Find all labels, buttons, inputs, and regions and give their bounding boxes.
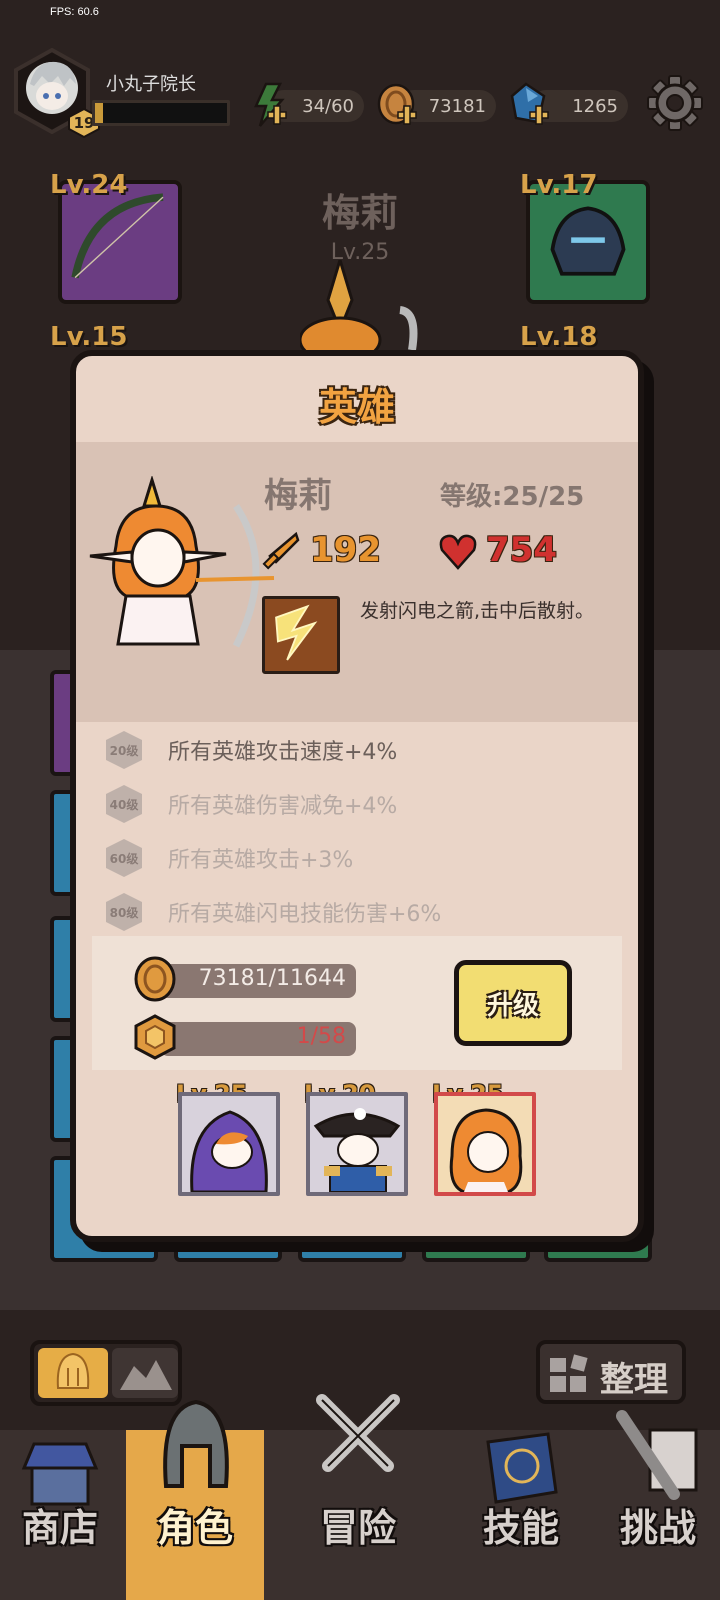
bonus-level-badge: 40级 (104, 784, 144, 824)
heart-icon (439, 534, 477, 570)
pirate-captain-icon (313, 1108, 401, 1193)
bonus-level: 40级 (109, 797, 139, 812)
helmet-icon (56, 1352, 90, 1389)
attack-value: 192 (310, 530, 381, 570)
equipment-level: Lv.24 (50, 170, 128, 200)
top-bar: 19 小丸子院长 34/60 73181 1265 (0, 40, 720, 140)
equipment-level: Lv.15 (50, 322, 128, 352)
player-avatar[interactable]: 19 (12, 48, 100, 139)
hooded-mage-icon (190, 1110, 268, 1194)
nav-label: 技能 (482, 1506, 559, 1550)
sort-blocks-icon (550, 1354, 588, 1392)
energy-bolt-icon (254, 82, 287, 127)
hero-detail-modal: 英雄 梅莉 等级:25/25 192 754 发射闪电之箭,击中后散射。 20级… (70, 350, 644, 1242)
nav-label: 冒险 (319, 1506, 396, 1550)
equipment-level: Lv.18 (520, 322, 598, 352)
exp-fill (95, 103, 103, 123)
nav-challenge[interactable]: 挑战 (596, 1410, 720, 1600)
modal-title: 英雄 (318, 385, 395, 429)
coin-cost-row: 73181/11644 (132, 956, 362, 1002)
sort-button[interactable]: 整理 (536, 1340, 686, 1404)
energy-resource[interactable]: 34/60 (246, 82, 364, 127)
coin-icon (134, 956, 176, 1002)
bonus-level-badge: 60级 (104, 838, 144, 878)
exp-bar (92, 100, 230, 126)
attack-sword-icon (262, 532, 300, 570)
level-bonus-row: 20级 所有英雄攻击速度+4% (104, 730, 624, 770)
bottom-nav: 商店 角色 冒险 技能 挑战 (0, 1394, 720, 1600)
nav-character[interactable]: 角色 (126, 1399, 264, 1600)
bonus-level: 80级 (109, 905, 139, 920)
bonus-level: 60级 (109, 851, 139, 866)
shard-cost-row: 1/58 (132, 1014, 362, 1060)
crossed-swords-icon (316, 1394, 400, 1472)
hero-shard-icon (134, 1014, 176, 1060)
team-hero-card[interactable] (306, 1092, 408, 1196)
lightning-arrow-skill-icon[interactable] (262, 596, 340, 674)
gem-icon (510, 82, 549, 125)
filter-material-tab[interactable] (112, 1348, 178, 1398)
nav-shop[interactable]: 商店 (0, 1430, 120, 1600)
fps-counter: FPS: 60.6 (50, 6, 99, 18)
level-bonus-row: 80级 所有英雄闪电技能伤害+6% (104, 892, 624, 932)
lightning-icon (265, 599, 337, 671)
bonus-level-badge: 80级 (104, 892, 144, 932)
upgrade-button[interactable]: 升级 (454, 960, 572, 1046)
nav-label: 角色 (156, 1506, 233, 1550)
bonus-text: 所有英雄攻击+3% (168, 848, 354, 873)
filter-hero-tab[interactable] (38, 1348, 108, 1398)
elf-archer-portrait-icon (89, 476, 275, 648)
level-bonus-row: 40级 所有英雄伤害减免+4% (104, 784, 624, 824)
level-bonus-row: 60级 所有英雄攻击+3% (104, 838, 624, 878)
nav-adventure[interactable]: 冒险 (270, 1394, 446, 1600)
bonus-text: 所有英雄攻击速度+4% (168, 740, 398, 765)
bow-icon (71, 193, 164, 279)
hp-value: 754 (486, 530, 557, 570)
sort-label: 整理 (600, 1360, 668, 1400)
team-hero-card[interactable] (178, 1092, 280, 1196)
settings-gear-icon[interactable] (646, 74, 704, 132)
spellbook-icon (486, 1432, 558, 1504)
bonus-text: 所有英雄闪电技能伤害+6% (168, 902, 442, 927)
elf-archer-icon (449, 1108, 523, 1194)
player-name: 小丸子院长 (106, 74, 196, 95)
helmet-icon (163, 1399, 229, 1488)
shard-cost-bar: 1/58 (160, 1022, 356, 1056)
bonus-text: 所有英雄伤害减免+4% (168, 794, 398, 819)
nav-label: 挑战 (619, 1506, 696, 1550)
bonus-level-badge: 20级 (104, 730, 144, 770)
coin-cost-value: 73181/11644 (198, 966, 346, 991)
nav-label: 商店 (21, 1506, 98, 1550)
background-hero-crown-icon (300, 260, 418, 350)
coin-cost-bar: 73181/11644 (160, 964, 356, 998)
team-hero-card-selected[interactable] (434, 1092, 536, 1196)
bonus-level: 20级 (109, 743, 139, 758)
equipment-level: Lv.17 (520, 170, 598, 200)
hero-name: 梅莉 (264, 476, 332, 516)
dark-helmet-icon (550, 206, 626, 276)
gems-resource[interactable]: 1265 (508, 82, 628, 125)
coin-icon (377, 83, 417, 125)
nav-skills[interactable]: 技能 (452, 1430, 590, 1600)
sword-scroll-icon (616, 1410, 698, 1500)
skill-description: 发射闪电之箭,击中后散射。 (360, 600, 595, 622)
coins-resource[interactable]: 73181 (376, 83, 496, 125)
hero-grade: 等级:25/25 (440, 482, 585, 512)
shard-cost-value: 1/58 (296, 1024, 346, 1049)
rock-pile-icon (120, 1360, 172, 1390)
